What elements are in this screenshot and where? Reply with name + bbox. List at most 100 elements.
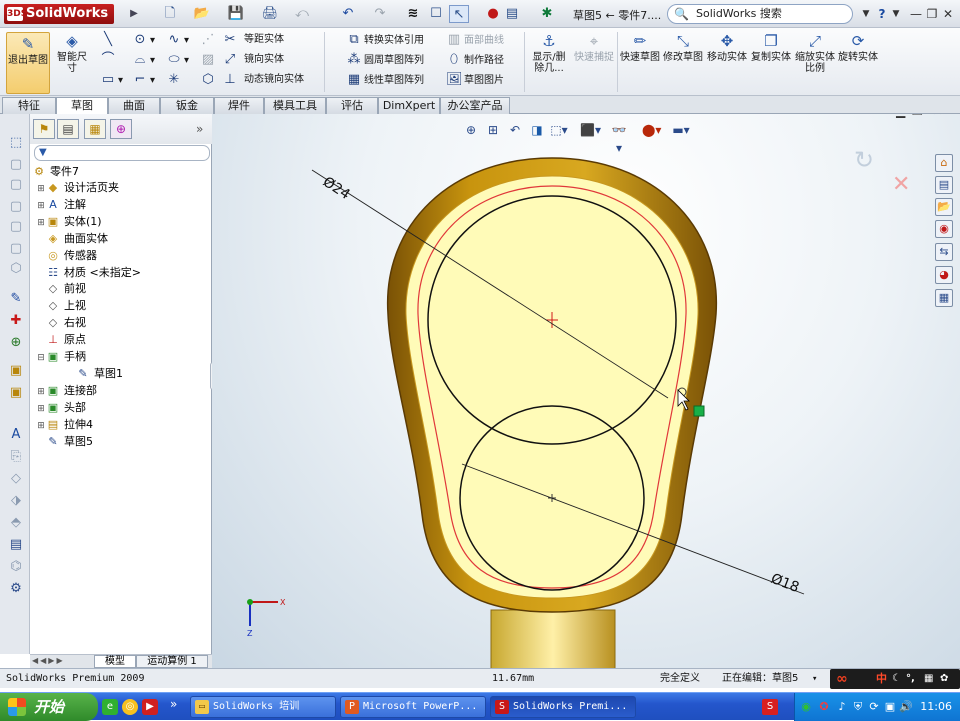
tray-shield-icon[interactable]: ⛨ [851,700,865,714]
tray-network-icon[interactable]: ◉ [799,700,813,714]
tree-item[interactable]: ⊞ ▣ 头部 [36,400,86,416]
ime-moon-icon[interactable]: ☾ [892,671,901,687]
tree-item[interactable]: ◎ 传感器 [36,248,97,264]
tray-volume-icon[interactable]: 🔊 [899,700,913,714]
iso-view-icon[interactable]: ▢ [7,218,25,236]
restore-icon[interactable]: ❐ [924,6,940,22]
tab-model[interactable]: 模型 [94,655,136,668]
tree-item[interactable]: ⊞ ▣ 实体(1) [36,214,101,230]
line-tool[interactable]: ╲ [100,30,118,50]
quicklaunch-browser-icon[interactable]: ◎ [122,699,138,715]
annotation-tool-icon[interactable]: A [7,426,25,444]
tab-surfaces[interactable]: 曲面 [108,97,160,114]
tab-dimxpert[interactable]: DimXpert [378,97,440,114]
make-path-button[interactable]: ⬯ 制作路径 [446,50,504,70]
tree-item[interactable]: ⊥ 原点 [36,332,86,348]
close-icon[interactable]: ✕ [940,6,956,22]
weld-icon[interactable]: ⬗ [7,492,25,510]
scale-entities-button[interactable]: ⤢ 缩放实体比例 [794,32,836,74]
tray-display-icon[interactable]: ▣ [883,700,897,714]
sketch-picture-button[interactable]: 🖼草图图片 [446,70,504,90]
mirror-button[interactable]: 镜向实体 [244,50,284,70]
quicklaunch-more-icon[interactable]: » [170,697,177,711]
save-tool-icon[interactable]: ▤ [7,536,25,554]
polygon-tool[interactable]: ⬡ [200,70,218,90]
tab-weldments[interactable]: 焊件 [214,97,264,114]
search-results-icon[interactable]: ◉ [935,220,953,238]
surface-icon[interactable]: ◇ [7,470,25,488]
display-relations-button[interactable]: ⚓ 显示/删除几... [528,32,570,74]
add-relation-icon[interactable]: ✚ [7,312,25,330]
print-icon[interactable]: 🖨 [260,5,280,23]
right-view-icon[interactable]: ▢ [7,198,25,216]
expand-icon[interactable]: ⊞ [36,418,46,434]
tree-item[interactable]: ◇ 前视 [36,281,86,297]
dim-small-text[interactable]: Ø18 [769,571,802,596]
tab-sketch[interactable]: 草图 [56,97,108,115]
tangent-arc-tool[interactable]: ⌓ ▾ [132,50,155,70]
tab-motion-study[interactable]: 运动算例 1 [136,655,208,668]
tab-office-products[interactable]: 办公室产品 [440,97,510,114]
tree-item[interactable]: ◈ 曲面实体 [36,231,108,247]
help-dropdown-icon[interactable]: ▼ [888,6,904,22]
tree-item[interactable]: ✎ 草图1 [66,366,123,382]
rectangle-tool[interactable]: ▭ ▾ [100,70,123,90]
search-dropdown-icon[interactable]: ▼ [858,6,874,22]
smart-mate-icon[interactable]: ⊕ [7,334,25,352]
point-tool[interactable]: ✳ [166,70,184,90]
quicklaunch-media-icon[interactable]: ▶ [142,699,158,715]
rotate-entities-button[interactable]: ⟳ 旋转实体 [838,32,878,63]
smart-dimension-button[interactable]: ◈ 智能尺寸 [54,32,90,74]
tab-mold-tools[interactable]: 模具工具 [264,97,326,114]
offset-button[interactable]: 等距实体 [244,30,284,50]
circle-tool[interactable]: ⊙ ▾ [132,30,155,50]
tray-app-icon[interactable]: S [762,699,778,715]
tree-item[interactable]: ✎ 草图5 [36,434,93,450]
dimxpertmanager-tab-icon[interactable]: ⊕ [110,119,132,139]
tray-security-icon[interactable]: ✪ [817,700,831,714]
propertymanager-tab-icon[interactable]: ▤ [57,119,79,139]
top-view-icon[interactable]: ▢ [7,176,25,194]
convert-entities-button[interactable]: ⧉ 转换实体引用 [346,30,424,50]
custom-properties-icon[interactable]: ▦ [935,289,953,307]
ime-lang[interactable]: 中 [876,671,887,687]
tray-update-icon[interactable]: ⟳ [867,700,881,714]
expand-icon[interactable]: ⊞ [36,384,46,400]
modify-sketch-button[interactable]: ⤡ 修改草图 [662,32,704,63]
move-entities-button[interactable]: ✥ 移动实体 [706,32,748,63]
expand-icon[interactable]: ⊞ [36,401,46,417]
taskbar-item-powerpoint[interactable]: P Microsoft PowerP... [340,696,486,718]
spline-tool[interactable]: ∿ ▾ [166,30,189,50]
select-cursor-icon[interactable]: ↖ [449,5,469,23]
rebuild-icon[interactable]: ≋ [403,5,423,23]
start-button[interactable]: 开始 [0,693,98,721]
file-explorer-icon[interactable]: 📂 [935,198,953,216]
linear-pattern-button[interactable]: ▦ 线性草图阵列 [346,70,424,90]
appearances-icon[interactable]: ◕ [935,266,953,284]
tabs-overflow-icon[interactable]: » [196,122,203,136]
expand-icon[interactable]: ⊞ [36,181,46,197]
tree-item[interactable]: ⊟ ▣ 手柄 [36,349,86,365]
tree-root[interactable]: ⚙ 零件7 [32,164,79,180]
tray-speaker-icon[interactable]: ♪ [835,700,849,714]
front-view-icon[interactable]: ▢ [7,156,25,174]
close-document-icon[interactable]: ☐ [426,5,446,23]
new-document-icon[interactable]: 🗋 [160,5,180,23]
options-icon[interactable]: ✱ [537,5,557,23]
relation-handle[interactable] [693,405,705,417]
tab-scroll-arrows-icon[interactable]: ◀◀▶▶ [32,656,65,665]
tree-item[interactable]: ⊞ ◆ 设计活页夹 [36,180,119,196]
ime-toolbar[interactable]: ∞ 中 ☾ °, ▦ ✿ [830,669,960,689]
rapid-sketch-button[interactable]: ✏ 快速草图 [620,32,660,63]
dim-large-text[interactable]: Ø24 [320,174,353,203]
tab-sheet-metal[interactable]: 钣金 [160,97,214,114]
tree-item[interactable]: ☷ 材质 <未指定> [36,265,141,281]
configurationmanager-tab-icon[interactable]: ▦ [84,119,106,139]
home-taskpane-icon[interactable]: ⌂ [935,154,953,172]
ime-punct-icon[interactable]: °, [906,671,915,687]
graphics-area[interactable]: ⊕ ⊞ ↶ ◨ ⬚▾ ⬛▾ 👓▾ ⬤▾ ▬▾ ▁ ❐ ✕ ↻ ✕ [212,114,960,668]
taskbar-item-training[interactable]: ▭ SolidWorks 培训 [190,696,336,718]
centerline-tool[interactable]: ⊥ [222,70,240,90]
quicklaunch-ie-icon[interactable]: e [102,699,118,715]
rectangle-arc-tool[interactable]: ⌒ [100,50,118,70]
